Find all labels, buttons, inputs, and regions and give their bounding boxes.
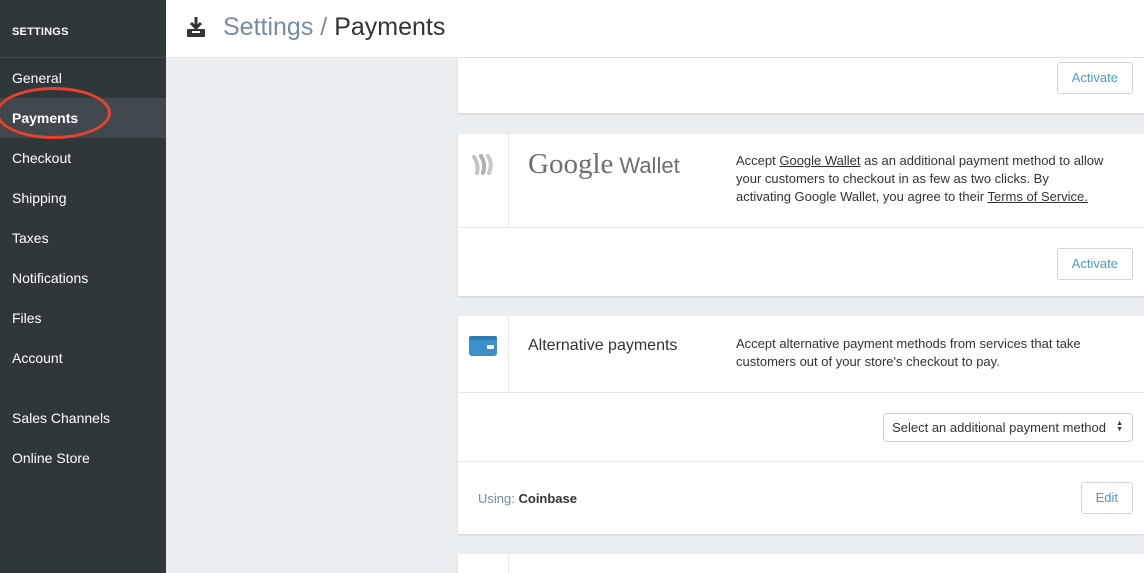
google-wallet-info: Google Wallet Accept Google Wallet as an … bbox=[458, 134, 1144, 228]
activate-button-top[interactable]: Activate bbox=[1056, 62, 1133, 94]
payment-card-bottom-partial bbox=[458, 554, 1144, 573]
sidebar-item-account[interactable]: Account bbox=[0, 338, 166, 378]
download-tray-icon bbox=[187, 17, 205, 37]
using-label: Using: bbox=[478, 491, 515, 506]
select-value: Select an additional payment method bbox=[892, 420, 1106, 435]
google-wallet-card: Google Wallet Accept Google Wallet as an … bbox=[458, 134, 1144, 296]
edit-provider-button[interactable]: Edit bbox=[1080, 482, 1133, 514]
logo-wallet-text: Wallet bbox=[619, 153, 680, 178]
sidebar-item-online-store[interactable]: Online Store bbox=[0, 438, 166, 478]
google-wallet-link[interactable]: Google Wallet bbox=[779, 153, 860, 168]
credit-card-icon bbox=[469, 336, 497, 356]
sidebar-item-sales-channels[interactable]: Sales Channels bbox=[0, 398, 166, 438]
google-wallet-icon-cell bbox=[458, 134, 509, 227]
sidebar-item-payments[interactable]: Payments bbox=[0, 98, 166, 138]
logo-google-text: Google bbox=[528, 148, 614, 180]
sidebar-heading: SETTINGS bbox=[12, 26, 69, 38]
additional-payment-method-select[interactable]: Select an additional payment method ▲ ▼ bbox=[883, 413, 1133, 442]
payment-card-partial: Activate bbox=[458, 58, 1144, 113]
sidebar-item-taxes[interactable]: Taxes bbox=[0, 218, 166, 258]
page-header: Settings / Payments bbox=[166, 0, 1144, 58]
activate-google-wallet-button[interactable]: Activate bbox=[1056, 248, 1133, 280]
sidebar-item-shipping[interactable]: Shipping bbox=[0, 178, 166, 218]
current-provider: Using: Coinbase bbox=[478, 491, 577, 506]
sidebar-item-files[interactable]: Files bbox=[0, 298, 166, 338]
desc-prefix: Accept bbox=[736, 153, 780, 168]
sidebar-item-general[interactable]: General bbox=[0, 58, 166, 98]
google-wallet-description: Accept Google Wallet as an additional pa… bbox=[736, 152, 1106, 206]
bottom-card-icon-cell bbox=[458, 554, 509, 573]
wallet-waves-icon bbox=[472, 154, 493, 175]
breadcrumb-current: Payments bbox=[334, 13, 446, 41]
alternative-payments-icon-cell bbox=[458, 316, 509, 392]
breadcrumb-settings[interactable]: Settings bbox=[223, 13, 313, 41]
sidebar-item-notifications[interactable]: Notifications bbox=[0, 258, 166, 298]
alternative-payments-select-row: Select an additional payment method ▲ ▼ bbox=[458, 393, 1144, 462]
breadcrumb-separator: / bbox=[313, 13, 335, 41]
using-value: Coinbase bbox=[518, 491, 577, 506]
alternative-payments-card: Alternative payments Accept alternative … bbox=[458, 316, 1144, 534]
settings-sidebar: SETTINGS General Payments Checkout Shipp… bbox=[0, 0, 166, 573]
terms-of-service-link[interactable]: Terms of Service. bbox=[987, 189, 1087, 204]
current-provider-row: Using: Coinbase Edit bbox=[458, 462, 1144, 533]
alternative-payments-info: Alternative payments Accept alternative … bbox=[458, 316, 1144, 393]
google-wallet-logo: Google Wallet bbox=[528, 148, 680, 181]
select-arrows-icon: ▲ ▼ bbox=[1116, 420, 1123, 433]
sidebar-item-checkout[interactable]: Checkout bbox=[0, 138, 166, 178]
alternative-payments-description: Accept alternative payment methods from … bbox=[736, 336, 1081, 369]
sidebar-heading-area: SETTINGS bbox=[0, 0, 166, 58]
alternative-payments-title: Alternative payments bbox=[528, 337, 678, 354]
page-title: Settings / Payments bbox=[223, 13, 445, 42]
